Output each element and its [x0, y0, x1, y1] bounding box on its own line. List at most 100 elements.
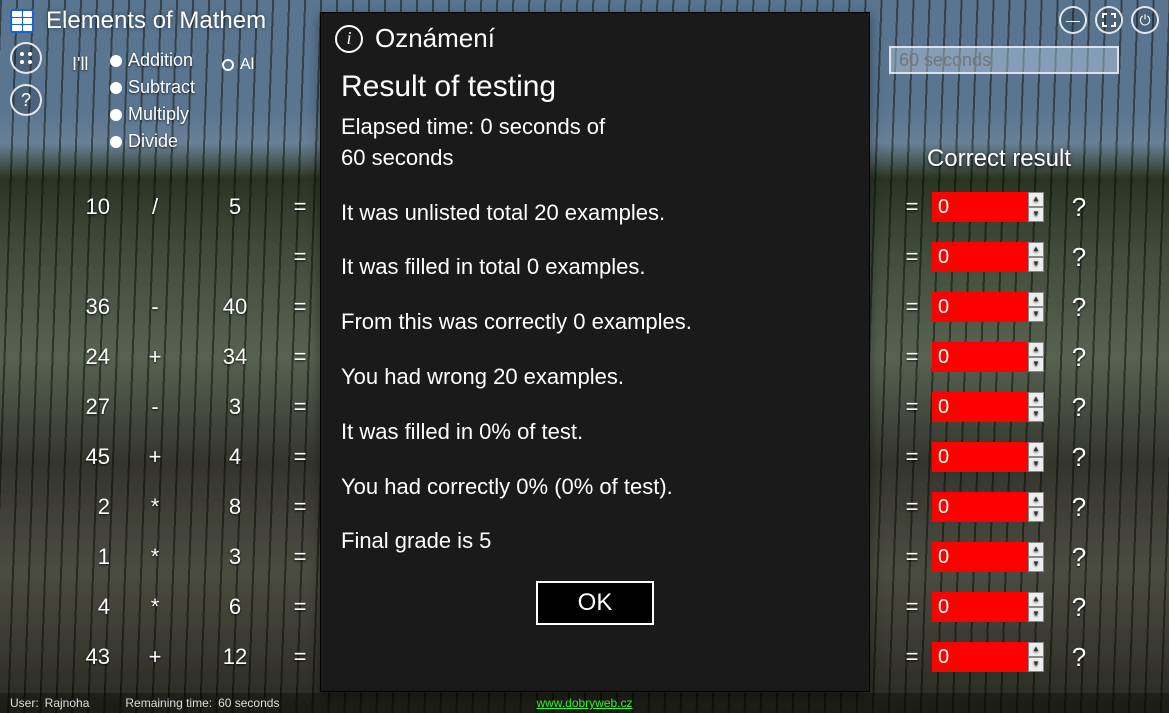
spin-up[interactable]: ▲	[1028, 442, 1044, 457]
hint-button[interactable]: ?	[1044, 542, 1114, 573]
answer-input[interactable]	[932, 292, 1028, 322]
answer-input[interactable]	[932, 242, 1028, 272]
operator: *	[110, 544, 200, 570]
hint-button[interactable]: ?	[1044, 642, 1114, 673]
result-dialog: i Oznámení Result of testing Elapsed tim…	[320, 12, 870, 692]
hint-button[interactable]: ?	[1044, 192, 1114, 223]
spinner: ▲▼	[1028, 392, 1044, 422]
spinner: ▲▼	[1028, 442, 1044, 472]
spin-down[interactable]: ▼	[1028, 407, 1044, 422]
status-user-name: Rajnoha	[45, 696, 90, 710]
operand-a: 1	[60, 544, 110, 570]
radio-subtract[interactable]: Subtract	[110, 77, 195, 98]
operator: +	[110, 344, 200, 370]
hint-button[interactable]: ?	[1044, 242, 1114, 273]
spin-up[interactable]: ▲	[1028, 292, 1044, 307]
pct-correct-line: You had correctly 0% (0% of test).	[341, 472, 849, 503]
hint-button[interactable]: ?	[1044, 442, 1114, 473]
operand-b: 4	[200, 444, 270, 470]
operand-b: 40	[200, 294, 270, 320]
spinner: ▲▼	[1028, 192, 1044, 222]
correct-line: From this was correctly 0 examples.	[341, 307, 849, 338]
hint-button[interactable]: ?	[1044, 492, 1114, 523]
radio-addition[interactable]: Addition	[110, 50, 195, 71]
spin-up[interactable]: ▲	[1028, 392, 1044, 407]
operand-a: 43	[60, 644, 110, 670]
operation-options: I'll Addition Subtract Multiply Divide	[110, 50, 195, 158]
answer-input[interactable]	[932, 192, 1028, 222]
operand-b: 8	[200, 494, 270, 520]
app-title: Elements of Mathem	[46, 7, 266, 35]
spinner: ▲▼	[1028, 242, 1044, 272]
equals-sign-right: =	[892, 244, 932, 270]
result-column-header: Correct result	[884, 145, 1114, 173]
spinner: ▲▼	[1028, 292, 1044, 322]
operand-a: 4	[60, 594, 110, 620]
spin-down[interactable]: ▼	[1028, 207, 1044, 222]
spin-up[interactable]: ▲	[1028, 492, 1044, 507]
operator: -	[110, 294, 200, 320]
spin-up[interactable]: ▲	[1028, 242, 1044, 257]
answer-input[interactable]	[932, 442, 1028, 472]
operand-a: 45	[60, 444, 110, 470]
power-button[interactable]: ⏻	[1131, 6, 1159, 34]
equals-sign-right: =	[892, 594, 932, 620]
operator: *	[110, 594, 200, 620]
spin-up[interactable]: ▲	[1028, 542, 1044, 557]
answer-input[interactable]	[932, 342, 1028, 372]
ok-button[interactable]: OK	[536, 581, 655, 625]
equals-sign-right: =	[892, 444, 932, 470]
operand-b: 34	[200, 344, 270, 370]
equals-sign-right: =	[892, 344, 932, 370]
radio-multiply[interactable]: Multiply	[110, 104, 195, 125]
spin-down[interactable]: ▼	[1028, 607, 1044, 622]
answer-input[interactable]	[932, 492, 1028, 522]
spin-down[interactable]: ▼	[1028, 357, 1044, 372]
spinner: ▲▼	[1028, 592, 1044, 622]
status-remaining-value: 60 seconds	[218, 696, 279, 710]
dialog-title: Oznámení	[375, 23, 495, 54]
spin-up[interactable]: ▲	[1028, 592, 1044, 607]
spin-up[interactable]: ▲	[1028, 342, 1044, 357]
spinner: ▲▼	[1028, 642, 1044, 672]
spin-down[interactable]: ▼	[1028, 557, 1044, 572]
spinner: ▲▼	[1028, 342, 1044, 372]
answer-input[interactable]	[932, 542, 1028, 572]
radio-divide[interactable]: Divide	[110, 131, 195, 152]
wrong-line: You had wrong 20 examples.	[341, 362, 849, 393]
spin-down[interactable]: ▼	[1028, 257, 1044, 272]
answer-input[interactable]	[932, 642, 1028, 672]
dialog-header: i Oznámení	[321, 13, 869, 58]
spinner: ▲▼	[1028, 542, 1044, 572]
answer-input[interactable]	[932, 392, 1028, 422]
spin-up[interactable]: ▲	[1028, 192, 1044, 207]
spin-down[interactable]: ▼	[1028, 507, 1044, 522]
answer-input[interactable]	[932, 592, 1028, 622]
menu-button[interactable]	[10, 42, 42, 74]
help-button[interactable]: ?	[10, 84, 42, 116]
spinner: ▲▼	[1028, 492, 1044, 522]
window-controls: — ⏻	[1059, 6, 1159, 34]
fullscreen-button[interactable]	[1095, 6, 1123, 34]
spin-down[interactable]: ▼	[1028, 657, 1044, 672]
minimize-button[interactable]: —	[1059, 6, 1087, 34]
radio-all[interactable]: Al	[222, 56, 254, 74]
operand-a: 36	[60, 294, 110, 320]
hint-button[interactable]: ?	[1044, 292, 1114, 323]
status-link[interactable]: www.dobryweb.cz	[536, 696, 632, 710]
operand-a: 10	[60, 194, 110, 220]
hint-button[interactable]: ?	[1044, 592, 1114, 623]
equals-sign-right: =	[892, 294, 932, 320]
spin-down[interactable]: ▼	[1028, 457, 1044, 472]
elapsed-line-1: Elapsed time: 0 seconds of	[341, 112, 849, 143]
hint-button[interactable]: ?	[1044, 392, 1114, 423]
total-line: It was unlisted total 20 examples.	[341, 198, 849, 229]
spin-up[interactable]: ▲	[1028, 642, 1044, 657]
app-icon	[10, 9, 34, 33]
operator: +	[110, 444, 200, 470]
status-user-label: User:	[10, 696, 39, 710]
hint-button[interactable]: ?	[1044, 342, 1114, 373]
operand-a: 2	[60, 494, 110, 520]
timer-input[interactable]	[889, 46, 1119, 74]
spin-down[interactable]: ▼	[1028, 307, 1044, 322]
